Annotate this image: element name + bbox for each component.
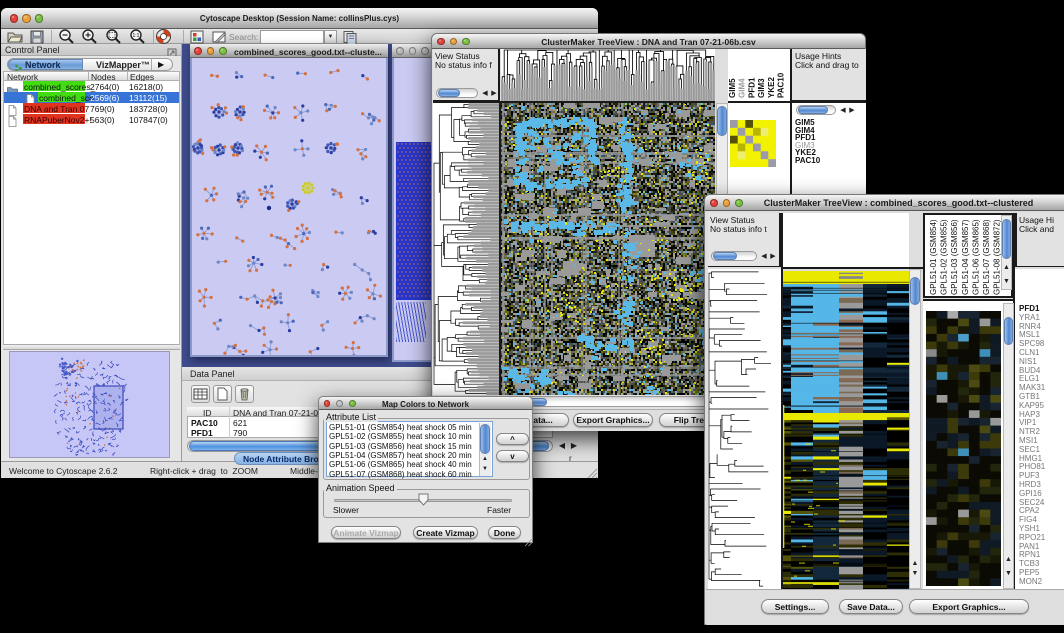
svg-text:1:1: 1:1 [133, 33, 140, 39]
svg-text:GIM3: GIM3 [757, 78, 766, 98]
svg-text:GPL51-02 (GSM855): GPL51-02 (GSM855) [940, 219, 949, 295]
svg-text:YKE2: YKE2 [767, 77, 776, 98]
svg-text:GPL51-06 (GSM865): GPL51-06 (GSM865) [971, 219, 980, 295]
svg-text:GPL51-04 (GSM857): GPL51-04 (GSM857) [961, 219, 970, 295]
svg-text:GPL51-03 (GSM856): GPL51-03 (GSM856) [950, 219, 959, 295]
svg-text:PFD1: PFD1 [747, 77, 756, 98]
svg-text:GPL51-07 (GSM868): GPL51-07 (GSM868) [982, 219, 991, 295]
svg-text:GIM5: GIM5 [728, 78, 737, 98]
svg-text:GPL51-01 (GSM854): GPL51-01 (GSM854) [929, 219, 938, 295]
svg-text:PAC10: PAC10 [777, 72, 786, 98]
svg-text:GIM4: GIM4 [738, 78, 747, 98]
